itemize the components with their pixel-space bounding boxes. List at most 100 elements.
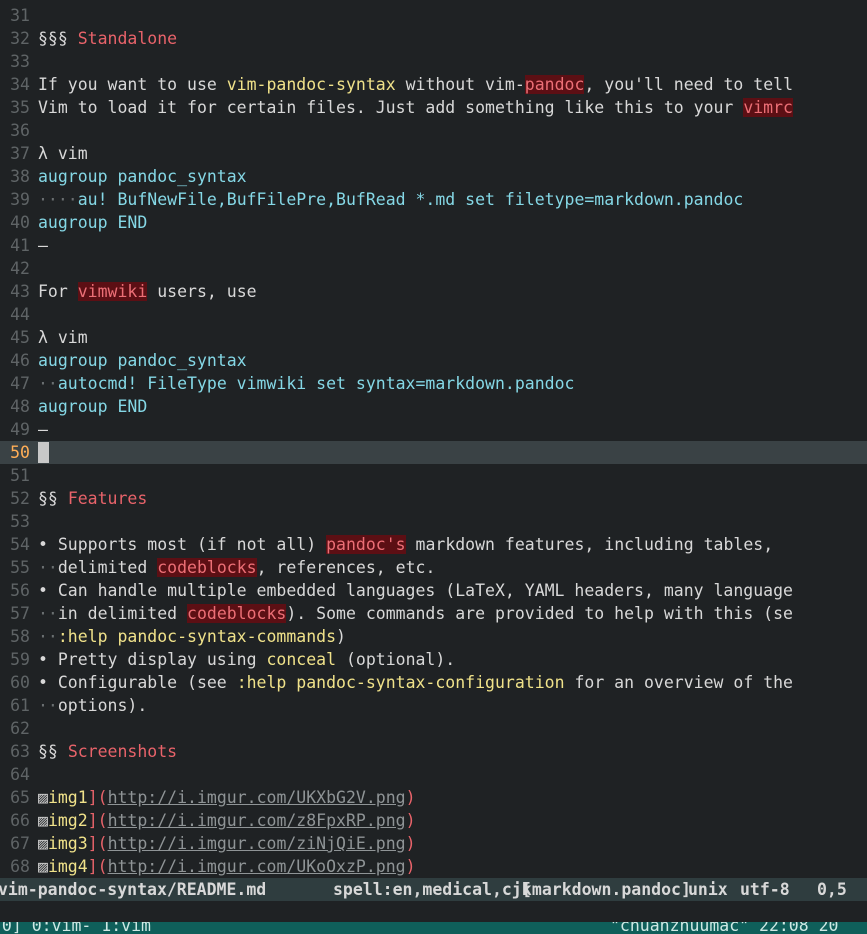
buffer-line[interactable]: 46 augroup pandoc_syntax [0,349,867,372]
line-text: §§ Screenshots [38,740,177,763]
link-bracket: ]( [87,788,108,807]
buffer-line[interactable]: 56 • Can handle multiple embedded languag… [0,579,867,602]
link-url[interactable]: http://i.imgur.com/ziNjQiE.png [108,834,406,853]
buffer-line[interactable]: 45 λ vim [0,326,867,349]
tmux-status-bar: [0] 0:vim- 1:vim "chuanzhuumac" 22:08 20 [0,922,867,934]
buffer-line[interactable]: 55 ··delimited codeblocks, references, et… [0,556,867,579]
buffer-line[interactable]: 41– [0,234,867,257]
code-span: :help pandoc-syntax-commands [57,627,337,646]
image-icon: ▨ [38,811,48,830]
spell-error-word: pandoc's [326,535,406,554]
line-text: ··:help pandoc-syntax-commands) [38,625,346,648]
line-text: • Can handle multiple embedded languages… [38,579,793,602]
link-url[interactable]: http://i.imgur.com/z8FpxRP.png [108,811,406,830]
buffer-line[interactable]: 61 ··options). [0,694,867,717]
buffer-line[interactable]: 68 ▨img4](http://i.imgur.com/UKoOxzP.png) [0,855,867,878]
buffer-line[interactable]: 44 [0,303,867,326]
buffer-line[interactable]: 43 For vimwiki users, use [0,280,867,303]
buffer-line[interactable]: 66 ▨img2](http://i.imgur.com/z8FpxRP.png) [0,809,867,832]
buffer-line[interactable]: 35 Vim to load it for certain files. Just… [0,96,867,119]
text-run: in delimited [57,604,188,623]
spell-error-word: pandoc [524,75,585,94]
line-number: 36 [10,121,30,140]
line-number: 63 [10,742,30,761]
text-run: For [38,282,78,301]
line-number: 45 [10,328,30,347]
code-span: vim-pandoc-syntax [226,75,396,94]
buffer-line[interactable]: 31 [0,4,867,27]
buffer-line[interactable]: 67 ▨img3](http://i.imgur.com/ziNjQiE.png) [0,832,867,855]
image-link-label: img3 [47,834,88,853]
line-number: 33 [10,52,30,71]
link-url[interactable]: http://i.imgur.com/UKXbG2V.png [108,788,406,807]
text-run: • Pretty display using [38,650,267,669]
statusline-position: 0,5 [817,880,847,899]
image-icon: ▨ [38,788,48,807]
spell-error-word: vimwiki [77,282,148,301]
buffer-line[interactable]: 59 • Pretty display using conceal (option… [0,648,867,671]
line-number: 43 [10,282,30,301]
buffer-line[interactable]: 49– [0,418,867,441]
heading-marker: §§§ [38,29,78,48]
link-url[interactable]: http://i.imgur.com/UKoOxzP.png [108,857,406,876]
buffer-line[interactable]: 57 ··in delimited codeblocks). Some comma… [0,602,867,625]
line-number: 59 [10,650,30,669]
buffer-line[interactable]: 47 ··autocmd! FileType vimwiki set syntax… [0,372,867,395]
buffer-line[interactable]: 38 augroup pandoc_syntax [0,165,867,188]
text-run: Vim to load it for certain files. Just a… [38,98,744,117]
buffer-line[interactable]: 58 ··:help pandoc-syntax-commands) [0,625,867,648]
buffer-line[interactable]: 62 [0,717,867,740]
statusline-spell: spell:en,medical,cjk [333,880,532,899]
image-link-label: img2 [47,811,88,830]
buffer-line[interactable]: 53 [0,510,867,533]
line-text: §§§ Standalone [38,27,177,50]
line-number: 46 [10,351,30,370]
tmux-host-time: "chuanzhuumac" 22:08 20 [610,922,839,934]
buffer-line[interactable]: 42 [0,257,867,280]
buffer-line[interactable]: 48 augroup END [0,395,867,418]
cursor-line[interactable]: 50 [0,441,867,464]
buffer-line[interactable]: 64 [0,763,867,786]
buffer-line[interactable]: 51 [0,464,867,487]
buffer-line[interactable]: 63 §§ Screenshots [0,740,867,763]
code-text: autocmd! FileType vimwiki set syntax=mar… [57,374,575,393]
indent-marker: ·· [38,604,58,623]
buffer-line[interactable]: 65 ▨img1](http://i.imgur.com/UKXbG2V.png) [0,786,867,809]
spell-error-word: codeblocks [157,558,257,577]
code-text: augroup pandoc_syntax [38,167,247,186]
line-number: 50 [10,443,30,462]
buffer-line[interactable]: 52 §§ Features [0,487,867,510]
buffer-line[interactable]: 40 augroup END [0,211,867,234]
buffer-line[interactable]: 37 λ vim [0,142,867,165]
link-bracket: ) [405,788,416,807]
statusline-format: unix [688,880,728,899]
line-text: ··autocmd! FileType vimwiki set syntax=m… [38,372,574,395]
buffer-line[interactable]: 34 If you want to use vim-pandoc-syntax w… [0,73,867,96]
buffer-line[interactable]: 39 ····au! BufNewFile,BufFilePre,BufRead … [0,188,867,211]
text-run: If you want to use [38,75,227,94]
image-link-label: img1 [47,788,88,807]
tmux-windows[interactable]: [0] 0:vim- 1:vim [0,922,151,934]
line-text: ▨img3](http://i.imgur.com/ziNjQiE.png) [38,832,416,855]
line-number: 48 [10,397,30,416]
line-number: 49 [10,420,30,439]
vim-statusline: vim-pandoc-syntax/README.md spell:en,med… [0,878,867,901]
line-text: ▨img4](http://i.imgur.com/UKoOxzP.png) [38,855,416,878]
buffer-line[interactable]: 60 • Configurable (see :help pandoc-synta… [0,671,867,694]
editor-buffer[interactable]: 31 32 §§§ Standalone 33 34 If you want to use… [0,0,867,878]
line-text [38,441,49,464]
link-bracket: ]( [87,834,108,853]
buffer-line[interactable]: 36 [0,119,867,142]
line-text: For vimwiki users, use [38,280,257,303]
text-run: λ vim [38,144,88,163]
code-text: augroup END [38,397,148,416]
line-number: 58 [10,627,30,646]
buffer-line[interactable]: 54 • Supports most (if not all) pandoc's … [0,533,867,556]
buffer-line[interactable]: 33 [0,50,867,73]
text-run: for an overview of the [564,673,793,692]
text-run: ). Some commands are provided to help wi… [286,604,793,623]
link-bracket: ) [405,834,416,853]
text-run: options). [57,696,148,715]
line-text: §§ Features [38,487,147,510]
buffer-line[interactable]: 32 §§§ Standalone [0,27,867,50]
